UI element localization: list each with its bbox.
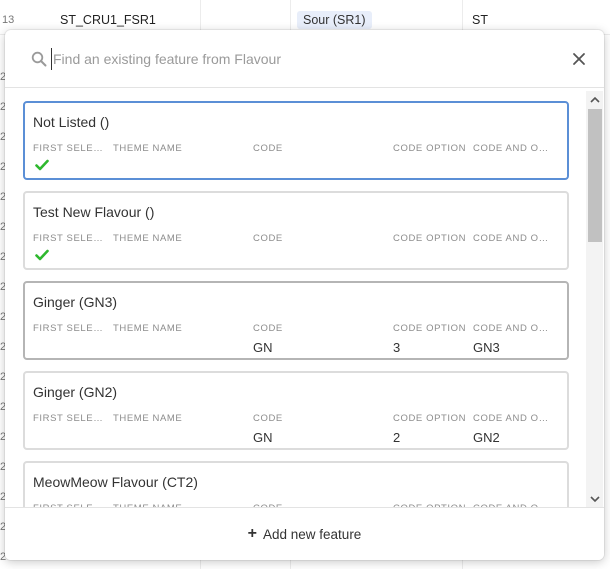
column-label-code-option: CODE OPTION xyxy=(393,323,467,334)
add-new-feature-label: Add new feature xyxy=(263,526,362,542)
column-label-theme-name: THEME NAME xyxy=(113,413,183,424)
sheet-cell[interactable]: ST_CRU1_FSR1 xyxy=(60,11,156,29)
chevron-down-icon xyxy=(589,495,600,502)
column-label-first-selected: FIRST SELEC... xyxy=(33,143,105,154)
feature-card[interactable]: Ginger (GN3) FIRST SELEC... THEME NAME CODE… xyxy=(23,281,569,360)
column-label-code-option: CODE OPTION xyxy=(393,233,467,244)
feature-picker-modal: Not Listed () FIRST SELEC... THEME NAME COD… xyxy=(5,30,604,560)
scrollbar[interactable] xyxy=(586,91,603,507)
column-value-code: GN xyxy=(253,430,273,445)
sheet-cell-chip[interactable]: Sour (SR1) xyxy=(297,11,372,29)
feature-card[interactable]: Test New Flavour () FIRST SELEC... THEME N… xyxy=(23,191,569,270)
search-bar xyxy=(5,30,604,88)
scroll-down-button[interactable] xyxy=(586,491,603,507)
scroll-thumb[interactable] xyxy=(588,109,602,242)
column-label-code-and-option: CODE AND OP... xyxy=(473,233,551,244)
feature-title: Not Listed () xyxy=(33,114,110,130)
column-label-theme-name: THEME NAME xyxy=(113,143,183,154)
plus-icon: + xyxy=(247,525,257,542)
column-label-code: CODE xyxy=(253,323,283,334)
feature-card[interactable]: Ginger (GN2) FIRST SELEC... THEME NAME CODE… xyxy=(23,371,569,450)
column-value-code: GN xyxy=(253,340,273,355)
column-value-code-and-option: GN2 xyxy=(473,430,500,445)
column-label-code-and-option: CODE AND OP... xyxy=(473,413,551,424)
search-input[interactable] xyxy=(51,48,521,70)
column-label-first-selected: FIRST SELEC... xyxy=(33,323,105,334)
column-value-code-and-option: GN3 xyxy=(473,340,500,355)
column-value-code-option: 2 xyxy=(393,430,401,445)
column-label-theme-name: THEME NAME xyxy=(113,323,183,334)
column-value-code-option: 3 xyxy=(393,340,401,355)
column-label-code: CODE xyxy=(253,233,283,244)
add-new-feature-button[interactable]: + Add new feature xyxy=(247,525,362,542)
column-label-first-selected: FIRST SELEC... xyxy=(33,413,105,424)
close-icon[interactable] xyxy=(571,51,587,67)
check-icon xyxy=(35,159,49,171)
column-label-code-and-option: CODE AND OP... xyxy=(473,143,551,154)
modal-footer: + Add new feature xyxy=(5,507,604,560)
column-label-code: CODE xyxy=(253,143,283,154)
column-label-first-selected: FIRST SELEC... xyxy=(33,233,105,244)
feature-card[interactable]: Not Listed () FIRST SELEC... THEME NAME COD… xyxy=(23,101,569,180)
feature-title: Ginger (GN3) xyxy=(33,294,118,310)
feature-title: MeowMeow Flavour (CT2) xyxy=(33,474,198,490)
column-label-code-and-option: CODE AND OP... xyxy=(473,323,551,334)
scroll-up-button[interactable] xyxy=(586,91,603,107)
feature-title: Test New Flavour () xyxy=(33,204,155,220)
column-label-theme-name: THEME NAME xyxy=(113,233,183,244)
feature-card[interactable]: MeowMeow Flavour (CT2)FIRST SELEC...THEM… xyxy=(23,461,569,507)
column-label-code-option: CODE OPTION xyxy=(393,413,467,424)
sheet-cell[interactable]: ST xyxy=(472,11,488,29)
column-label-code: CODE xyxy=(253,413,283,424)
feature-list: Not Listed () FIRST SELEC... THEME NAME COD… xyxy=(5,90,604,507)
column-label-code-option: CODE OPTION xyxy=(393,143,467,154)
search-icon xyxy=(31,51,47,67)
check-icon xyxy=(35,249,49,261)
chevron-up-icon xyxy=(589,96,600,103)
feature-title: Ginger (GN2) xyxy=(33,384,118,400)
